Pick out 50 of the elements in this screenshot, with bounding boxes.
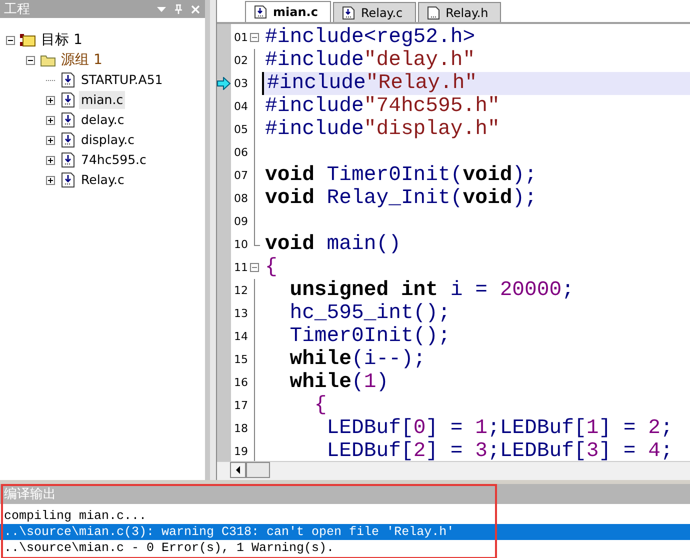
line-number: 11: [233, 261, 248, 274]
code-line: void main(): [264, 233, 401, 256]
line-number: 13: [233, 307, 248, 320]
code-line: void Relay_Init(void);: [264, 187, 537, 210]
code-line: unsigned int i = 20000;: [288, 279, 574, 302]
tree-item[interactable]: mian.c: [79, 91, 126, 109]
tree-item[interactable]: 目标 1: [39, 31, 84, 49]
line-number: 14: [233, 330, 248, 343]
tree-item[interactable]: 74hc595.c: [79, 151, 148, 169]
code-line: while(1): [288, 371, 389, 394]
output-line[interactable]: compiling mian.c...: [0, 508, 690, 524]
line-number: 09: [233, 215, 248, 228]
line-number: 12: [233, 284, 248, 297]
line-number: 17: [233, 399, 248, 412]
line-number: 18: [233, 422, 248, 435]
code-line: #include"display.h": [264, 118, 500, 141]
line-number: 04: [233, 100, 248, 113]
code-line: #include"74hc595.h": [264, 95, 500, 118]
line-number: 07: [233, 169, 248, 182]
panel-title: 编译输出: [4, 486, 56, 503]
line-number: 16: [233, 376, 248, 389]
code-line: Timer0Init();: [288, 325, 450, 348]
code-line: while(i--);: [288, 348, 426, 371]
code-line: void Timer0Init(void);: [264, 164, 537, 187]
line-number: 08: [233, 192, 248, 205]
file-tab[interactable]: Relay.h: [418, 2, 502, 22]
line-number: 05: [233, 123, 248, 136]
code-line: #include"delay.h": [264, 49, 476, 72]
code-line: {: [313, 394, 327, 417]
code-line: {: [264, 256, 278, 279]
tree-item[interactable]: display.c: [79, 131, 136, 149]
output-line[interactable]: ..\source\mian.c - 0 Error(s), 1 Warning(s).: [0, 540, 690, 556]
line-number: 15: [233, 353, 248, 366]
line-number: 06: [233, 146, 248, 159]
line-number: 03: [233, 77, 248, 90]
tree-item[interactable]: delay.c: [79, 111, 126, 129]
file-tab[interactable]: Relay.c: [332, 2, 416, 22]
code-line: LEDBuf[2] = 3;LEDBuf[3] = 4;: [326, 440, 673, 461]
file-tab[interactable]: mian.c: [245, 1, 331, 22]
line-number: 19: [233, 445, 248, 458]
tree-item[interactable]: STARTUP.A51: [79, 71, 165, 89]
tree-item[interactable]: 源组 1: [59, 51, 104, 69]
panel-title: 工程: [4, 1, 31, 18]
code-line: LEDBuf[0] = 1;LEDBuf[1] = 2;: [326, 417, 673, 440]
tree-item[interactable]: Relay.c: [79, 171, 126, 189]
code-line: hc_595_int();: [288, 302, 450, 325]
code-line: #include<reg52.h>: [264, 26, 476, 49]
line-number: 01: [233, 31, 248, 44]
line-number: 10: [233, 238, 248, 251]
line-number: 02: [233, 54, 248, 67]
